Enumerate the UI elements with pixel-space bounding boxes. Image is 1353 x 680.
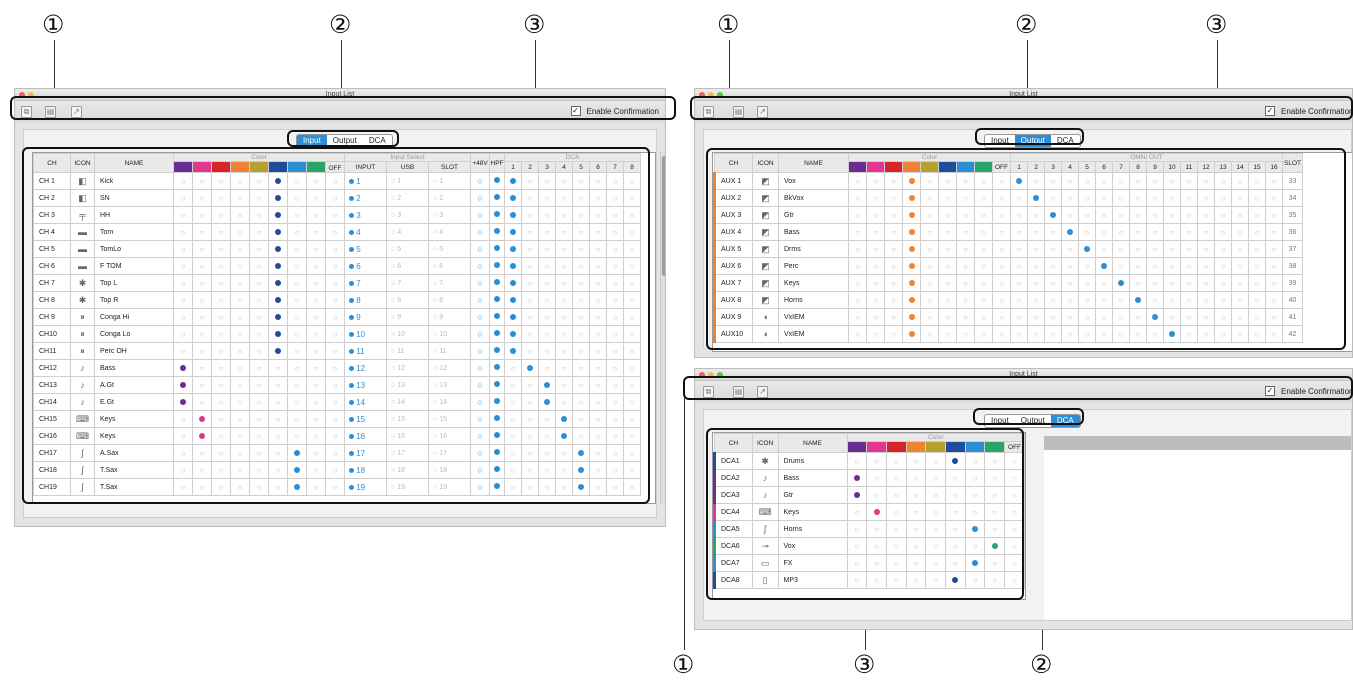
callout-line: [729, 40, 730, 92]
callout-2: ②: [329, 10, 352, 39]
callout-line: [54, 40, 55, 92]
empty-panel: [1044, 436, 1351, 620]
highlight-tabs: [287, 130, 399, 147]
highlight-toolbar: [690, 96, 1353, 120]
callout-2: ②: [1015, 10, 1038, 39]
highlight-grid: [706, 428, 1024, 600]
callout-3: ③: [523, 10, 546, 39]
highlight-toolbar: [683, 376, 1353, 400]
highlight-tabs: [975, 128, 1084, 145]
callout-line: [684, 396, 685, 650]
scrollbar[interactable]: [660, 152, 665, 504]
callout-3: ③: [1205, 10, 1228, 39]
scrollbar-thumb[interactable]: [662, 156, 665, 276]
highlight-toolbar: [10, 96, 676, 120]
highlight-grid: [706, 148, 1346, 350]
callout-2: ②: [1030, 650, 1053, 679]
callout-3: ③: [853, 650, 876, 679]
callout-1: ①: [672, 650, 695, 679]
highlight-tabs: [973, 408, 1084, 425]
highlight-grid: [22, 147, 650, 504]
callout-1: ①: [42, 10, 65, 39]
callout-1: ①: [717, 10, 740, 39]
